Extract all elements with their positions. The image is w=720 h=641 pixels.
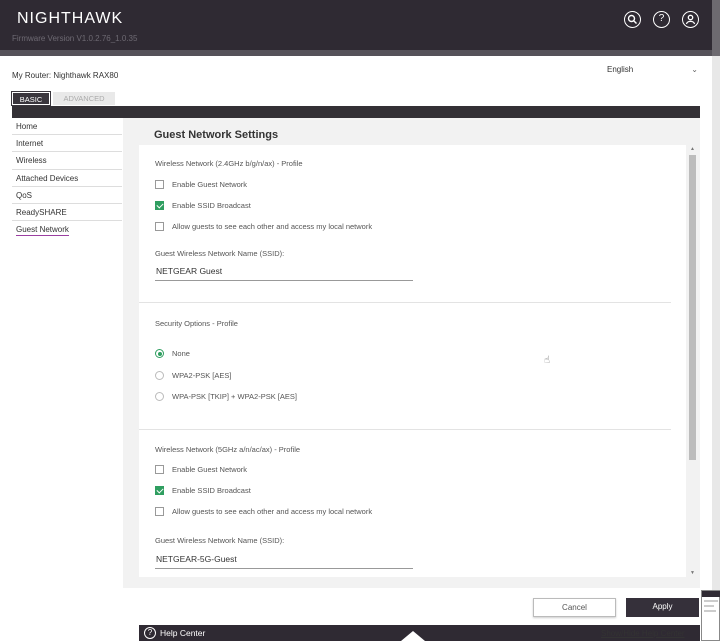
scroll-up-icon[interactable]: ▲: [690, 146, 695, 152]
mouse-cursor-icon: ☝: [544, 355, 551, 366]
show-hide-help-link[interactable]: Show/Hide Help Center: [601, 629, 685, 638]
sidebar-item-label: Home: [16, 122, 38, 131]
sidebar-item-label: Guest Network: [16, 225, 69, 237]
account-icon[interactable]: [682, 11, 699, 28]
checkbox-label: Enable SSID Broadcast: [172, 201, 251, 210]
radio-label: None: [172, 349, 190, 358]
header-divider: [0, 50, 712, 56]
sidebar-item-label: QoS: [16, 190, 33, 200]
ssid-label-5: Guest Wireless Network Name (SSID):: [155, 536, 285, 545]
page-thumbnail: [701, 590, 720, 641]
section-24ghz-title: Wireless Network (2.4GHz b/g/n/ax) - Pro…: [155, 159, 303, 168]
sidebar-item-internet[interactable]: Internet: [12, 135, 122, 153]
section-divider: [139, 302, 671, 303]
sidebar-item-label: Internet: [16, 139, 44, 149]
tab-advanced[interactable]: ADVANCED: [53, 92, 115, 105]
sidebar-item-label: ReadySHARE: [16, 207, 67, 217]
checkbox-box[interactable]: [155, 507, 164, 516]
help-icon[interactable]: ?: [653, 11, 670, 28]
checkbox-box-checked[interactable]: [155, 201, 164, 210]
ssid-input-5[interactable]: NETGEAR-5G-Guest: [155, 549, 413, 569]
scroll-down-icon[interactable]: ▼: [690, 570, 695, 576]
section-divider: [139, 429, 671, 430]
brand-logo: NIGHTHAWK: [17, 10, 124, 27]
sidebar-item-qos[interactable]: QoS: [12, 187, 122, 204]
ssid-label-24: Guest Wireless Network Name (SSID):: [155, 249, 285, 258]
language-select[interactable]: English ⌄: [607, 65, 702, 79]
firmware-version: Firmware Version V1.0.2.76_1.0.35: [12, 34, 138, 43]
chevron-down-icon: ⌄: [691, 65, 698, 74]
language-value: English: [607, 65, 634, 74]
radio-label: WPA2-PSK [AES]: [172, 371, 232, 380]
settings-form[interactable]: Wireless Network (2.4GHz b/g/n/ax) - Pro…: [139, 145, 686, 577]
checkbox-box[interactable]: [155, 222, 164, 231]
tab-bar-divider: [12, 106, 700, 118]
search-icon[interactable]: [624, 11, 641, 28]
checkbox-label: Allow guests to see each other and acces…: [172, 507, 373, 516]
scrollbar-thumb[interactable]: [689, 155, 696, 460]
radio[interactable]: [155, 392, 164, 401]
help-center-title: Help Center: [160, 628, 206, 638]
checkbox-label: Enable Guest Network: [172, 180, 248, 189]
sidebar-item-wireless[interactable]: Wireless: [12, 152, 122, 170]
radio[interactable]: [155, 371, 164, 380]
expand-arrow-icon[interactable]: [401, 631, 425, 641]
window-edge-top: [712, 0, 720, 56]
checkbox-label: Enable SSID Broadcast: [172, 486, 251, 495]
sidebar-item-label: Attached Devices: [16, 173, 79, 183]
cancel-button[interactable]: Cancel: [533, 598, 616, 617]
checkbox-box[interactable]: [155, 465, 164, 474]
page-title: Guest Network Settings: [154, 129, 279, 141]
scrollbar[interactable]: ▲ ▼: [688, 145, 697, 577]
checkbox-box-checked[interactable]: [155, 486, 164, 495]
sidebar-item-label: Wireless: [16, 156, 47, 166]
security-options-title: Security Options - Profile: [155, 319, 238, 328]
apply-button[interactable]: Apply: [626, 598, 699, 617]
window-edge: [712, 0, 720, 641]
checkbox-label: Allow guests to see each other and acces…: [172, 222, 373, 231]
radio-selected[interactable]: [155, 349, 164, 358]
sidebar-item-guest-network[interactable]: Guest Network: [12, 221, 122, 238]
sidebar-item-readyshare[interactable]: ReadySHARE: [12, 204, 122, 222]
sidebar-nav: Home Internet Wireless Attached Devices …: [12, 118, 122, 238]
sidebar-item-attached-devices[interactable]: Attached Devices: [12, 170, 122, 187]
checkbox-label: Enable Guest Network: [172, 465, 248, 474]
checkbox-box[interactable]: [155, 180, 164, 189]
router-name: My Router: Nighthawk RAX80: [12, 71, 119, 80]
sidebar-item-home[interactable]: Home: [12, 118, 122, 136]
tab-basic[interactable]: BASIC: [11, 91, 51, 106]
ssid-input-24[interactable]: NETGEAR Guest: [155, 261, 413, 281]
help-circle-icon: ?: [144, 627, 156, 639]
top-header: NIGHTHAWK Firmware Version V1.0.2.76_1.0…: [0, 0, 712, 50]
section-5ghz-title: Wireless Network (5GHz a/n/ac/ax) - Prof…: [155, 445, 301, 454]
radio-label: WPA-PSK [TKIP] + WPA2-PSK [AES]: [172, 392, 297, 401]
